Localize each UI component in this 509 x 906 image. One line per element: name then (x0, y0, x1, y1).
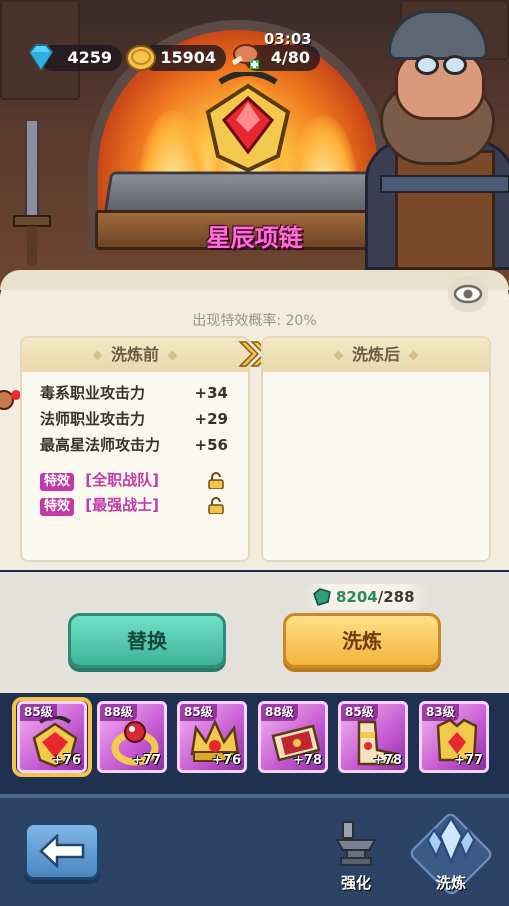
item-bonus: +76 (212, 753, 241, 768)
item-bonus: +77 (132, 753, 161, 768)
reforge-cost: 8204/288 (304, 584, 429, 610)
meat-stamina-icon (231, 44, 259, 69)
reforge-button[interactable]: 洗炼 (283, 613, 441, 668)
gold-coin-icon (126, 45, 156, 71)
item-level: 88级 (261, 704, 298, 721)
equipment-slot[interactable]: 83级 +77 (419, 701, 489, 773)
item-bonus: +78 (293, 753, 322, 768)
stat-row: 法师职业攻击力 +29 (22, 406, 248, 432)
before-header: 洗炼前 (22, 338, 248, 372)
equipment-slot[interactable]: 85级 +78 (338, 701, 408, 773)
item-level: 85级 (180, 704, 217, 721)
necklace-icon (205, 72, 291, 172)
stat-value: +34 (194, 384, 228, 402)
stat-name: 法师职业攻击力 (40, 410, 146, 428)
item-level: 83级 (422, 704, 459, 721)
back-arrow-icon (39, 834, 85, 868)
cost-need: /288 (377, 588, 415, 606)
special-name: [全职战队] (85, 471, 159, 489)
stamina-timer: 03:03 (264, 30, 312, 48)
unlock-icon[interactable] (208, 497, 224, 514)
anvil-icon (335, 821, 377, 866)
stat-name: 毒系职业攻击力 (40, 384, 146, 402)
reforge-stone-icon (313, 588, 331, 606)
eye-icon (453, 284, 483, 304)
tab-reforge[interactable]: 洗炼 (416, 814, 486, 894)
item-title: 星辰项链 (206, 224, 303, 252)
equipment-slot[interactable]: 88级 +78 (258, 701, 328, 773)
preview-eye-button[interactable] (448, 276, 488, 312)
replace-button[interactable]: 替换 (68, 613, 226, 668)
before-stats-column: 洗炼前 毒系职业攻击力 +34 法师职业攻击力 +29 最高星法师攻击力 +56… (20, 336, 250, 562)
diamond-icon (28, 44, 54, 71)
stat-row: 毒系职业攻击力 +34 (22, 380, 248, 406)
cost-have: 8204 (336, 588, 378, 606)
panel-header-band (0, 270, 509, 290)
item-level: 85级 (20, 704, 57, 721)
special-name: [最强战士] (85, 496, 159, 514)
stat-value: +29 (194, 410, 228, 428)
item-level: 85级 (341, 704, 378, 721)
special-chance-text: 出现特效概率: 20% (192, 313, 317, 329)
crystal-icon (426, 816, 476, 866)
tab-reforge-label: 洗炼 (435, 874, 466, 892)
after-header: 洗炼后 (263, 338, 489, 372)
equipment-slot[interactable]: 85级 +76 (177, 701, 247, 773)
unlock-icon[interactable] (208, 472, 224, 489)
stat-name: 最高星法师攻击力 (40, 436, 161, 454)
equipment-slot[interactable]: 85级 +76 (17, 701, 87, 773)
special-tag: 特效 (40, 498, 75, 516)
side-character-icon[interactable] (0, 386, 22, 420)
stat-value: +56 (194, 436, 228, 454)
tab-enhance-label: 强化 (340, 874, 371, 892)
after-stats-column: 洗炼后 (261, 336, 491, 562)
item-bonus: +77 (454, 753, 483, 768)
equipment-slot[interactable]: 88级 +77 (97, 701, 167, 773)
item-bonus: +76 (52, 753, 81, 768)
stat-row: 最高星法师攻击力 +56 (22, 432, 248, 458)
special-tag: 特效 (40, 473, 75, 491)
back-button[interactable] (24, 822, 100, 880)
item-bonus: +78 (373, 753, 402, 768)
item-level: 88级 (100, 704, 137, 721)
special-effect-row: 特效 [最强战士] (22, 493, 248, 518)
special-effect-row: 特效 [全职战队] (22, 468, 248, 493)
tab-enhance[interactable]: 强化 (321, 814, 391, 894)
